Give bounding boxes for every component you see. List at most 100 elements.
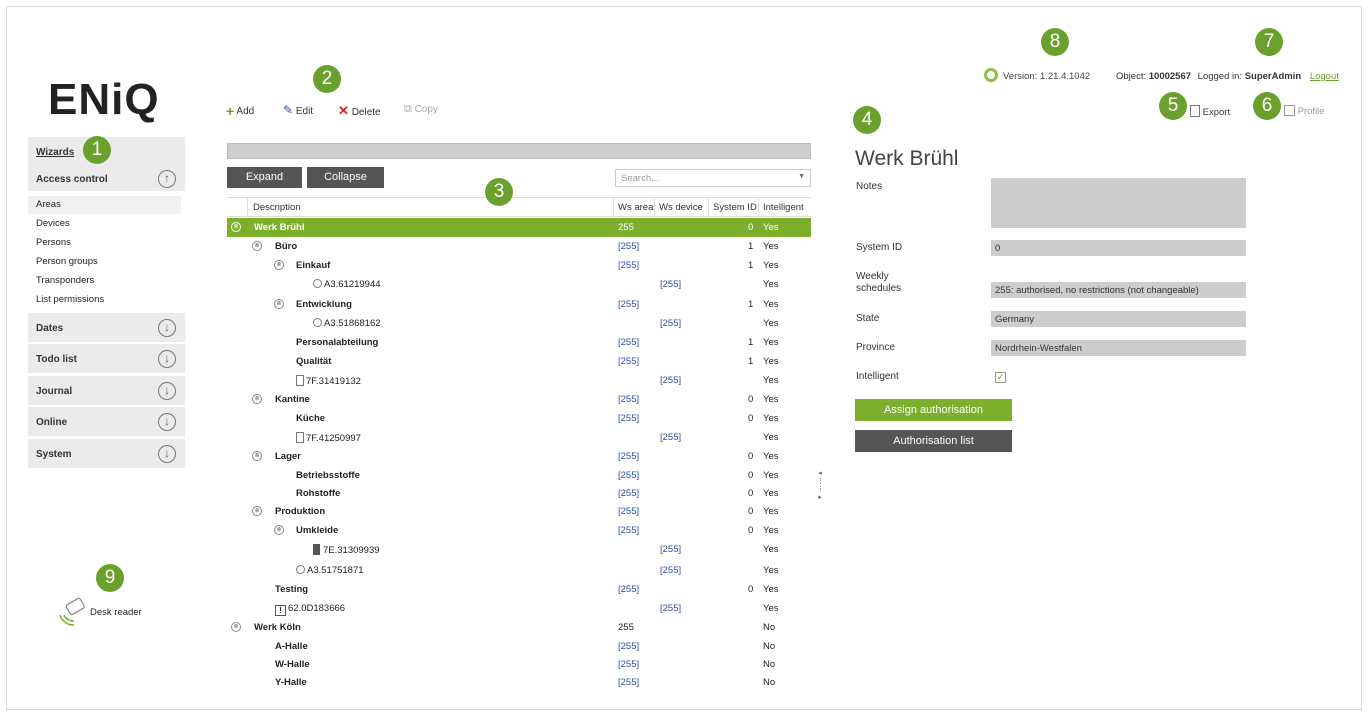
expand-down-icon[interactable]: ↓ bbox=[158, 382, 176, 400]
edit-button[interactable]: ✎ Edit bbox=[283, 103, 313, 117]
sidebar-item-list-permissions[interactable]: List permissions bbox=[28, 291, 181, 309]
col-description[interactable]: Description bbox=[253, 202, 301, 213]
row-ws-device[interactable]: [255] bbox=[660, 544, 681, 555]
table-row[interactable]: Küche [255] 0 Yes bbox=[227, 409, 811, 428]
sidebar-item-person-groups[interactable]: Person groups bbox=[28, 253, 181, 271]
table-row[interactable]: 7E.31309939 [255] Yes bbox=[227, 540, 811, 559]
row-ws-area[interactable]: [255] bbox=[618, 451, 639, 462]
toggle-collapse-icon[interactable]: ⊗ bbox=[231, 222, 241, 232]
row-ws-area[interactable]: [255] bbox=[618, 659, 639, 670]
toggle-collapse-icon[interactable]: ⊗ bbox=[252, 241, 262, 251]
table-row[interactable]: A3.51751871 [255] Yes bbox=[227, 561, 811, 580]
row-ws-area[interactable]: [255] bbox=[618, 506, 639, 517]
row-ws-area[interactable]: [255] bbox=[618, 584, 639, 595]
collapse-up-icon[interactable]: ↑ bbox=[158, 170, 176, 188]
assign-authorisation-button[interactable]: Assign authorisation bbox=[855, 399, 1012, 421]
row-ws-area[interactable]: [255] bbox=[618, 525, 639, 536]
row-ws-area[interactable]: [255] bbox=[618, 260, 639, 271]
row-ws-area[interactable]: [255] bbox=[618, 470, 639, 481]
logout-link[interactable]: Logout bbox=[1310, 71, 1339, 82]
row-ws-area[interactable]: [255] bbox=[618, 241, 639, 252]
table-row[interactable]: Qualität [255] 1 Yes bbox=[227, 352, 811, 371]
wizards-label[interactable]: Wizards bbox=[36, 147, 74, 158]
table-row[interactable]: ⊗ Entwicklung [255] 1 Yes bbox=[227, 295, 811, 314]
table-row[interactable]: ⊗ Umkleide [255] 0 Yes bbox=[227, 521, 811, 540]
table-row[interactable]: 7F.31419132 [255] Yes bbox=[227, 371, 811, 390]
row-ws-area[interactable]: [255] bbox=[618, 356, 639, 367]
expand-down-icon[interactable]: ↓ bbox=[158, 319, 176, 337]
row-ws-device[interactable]: [255] bbox=[660, 318, 681, 329]
col-ws-area[interactable]: Ws area bbox=[618, 202, 653, 213]
table-row[interactable]: A-Halle [255] No bbox=[227, 637, 811, 656]
dropdown-arrow-icon[interactable]: ▼ bbox=[798, 173, 805, 180]
splitter-handle[interactable]: ◂ ⋮ ⋮ ▸ bbox=[817, 470, 824, 502]
table-row[interactable]: ! 62.0D183666 [255] Yes bbox=[227, 599, 811, 618]
toggle-collapse-icon[interactable]: ⊗ bbox=[252, 394, 262, 404]
table-row[interactable]: A3.51868162 [255] Yes bbox=[227, 314, 811, 333]
table-row[interactable]: Y-Halle [255] No bbox=[227, 673, 811, 692]
intelligent-checkbox[interactable]: ✓ bbox=[995, 372, 1006, 383]
add-button[interactable]: + Add bbox=[226, 103, 254, 119]
toggle-collapse-icon[interactable]: ⊗ bbox=[231, 622, 241, 632]
sidebar-section-system[interactable]: System ↓ bbox=[28, 439, 185, 470]
sidebar-item-devices[interactable]: Devices bbox=[28, 215, 181, 233]
col-system-id[interactable]: System ID bbox=[713, 202, 757, 213]
row-ws-area[interactable]: [255] bbox=[618, 413, 639, 424]
sidebar-section-online[interactable]: Online ↓ bbox=[28, 407, 185, 438]
row-ws-area[interactable]: [255] bbox=[618, 394, 639, 405]
table-row[interactable]: Testing [255] 0 Yes bbox=[227, 580, 811, 599]
authorisation-list-button[interactable]: Authorisation list bbox=[855, 430, 1012, 452]
expand-down-icon[interactable]: ↓ bbox=[158, 413, 176, 431]
table-row[interactable]: ⊗ Produktion [255] 0 Yes bbox=[227, 502, 811, 521]
table-row[interactable]: W-Halle [255] No bbox=[227, 655, 811, 674]
sidebar-item-persons[interactable]: Persons bbox=[28, 234, 181, 252]
sidebar-section-dates[interactable]: Dates ↓ bbox=[28, 313, 185, 344]
table-row[interactable]: ⊗ Werk Brühl 255 0 Yes bbox=[227, 218, 811, 237]
table-row[interactable]: Betriebsstoffe [255] 0 Yes bbox=[227, 466, 811, 485]
expand-button[interactable]: Expand bbox=[227, 167, 302, 188]
table-row[interactable]: A3.61219944 [255] Yes bbox=[227, 275, 811, 294]
copy-button[interactable]: ⧉ Copy bbox=[404, 103, 438, 116]
expand-down-icon[interactable]: ↓ bbox=[158, 350, 176, 368]
province-field[interactable]: Nordrhein-Westfalen bbox=[991, 340, 1246, 356]
toggle-collapse-icon[interactable]: ⊗ bbox=[252, 506, 262, 516]
notes-field[interactable] bbox=[991, 178, 1246, 228]
row-ws-device[interactable]: [255] bbox=[660, 432, 681, 443]
table-row[interactable]: ⊗ Werk Köln 255 No bbox=[227, 618, 811, 637]
search-input[interactable]: Search... ▼ bbox=[615, 169, 811, 187]
table-row[interactable]: ⊗ Büro [255] 1 Yes bbox=[227, 237, 811, 256]
toggle-collapse-icon[interactable]: ⊗ bbox=[274, 260, 284, 270]
row-ws-device[interactable]: [255] bbox=[660, 375, 681, 386]
sidebar-item-transponders[interactable]: Transponders bbox=[28, 272, 181, 290]
table-row[interactable]: 7F.41250997 [255] Yes bbox=[227, 428, 811, 447]
row-ws-area[interactable]: [255] bbox=[618, 299, 639, 310]
system-id-field[interactable]: 0 bbox=[991, 240, 1246, 256]
table-row[interactable]: ⊗ Lager [255] 0 Yes bbox=[227, 447, 811, 466]
col-intelligent[interactable]: Intelligent bbox=[763, 202, 804, 213]
row-ws-device[interactable]: [255] bbox=[660, 279, 681, 290]
row-ws-area[interactable]: [255] bbox=[618, 488, 639, 499]
state-field[interactable]: Germany bbox=[991, 311, 1246, 327]
weekly-schedules-field[interactable]: 255: authorised, no restrictions (not ch… bbox=[991, 282, 1246, 298]
sidebar-section-todo-list[interactable]: Todo list ↓ bbox=[28, 344, 185, 375]
table-row[interactable]: Personalabteilung [255] 1 Yes bbox=[227, 333, 811, 352]
toggle-collapse-icon[interactable]: ⊗ bbox=[274, 299, 284, 309]
export-button[interactable]: Export bbox=[1190, 105, 1230, 118]
row-ws-device[interactable]: [255] bbox=[660, 603, 681, 614]
desk-reader[interactable]: Desk reader bbox=[57, 597, 142, 630]
table-row[interactable]: Rohstoffe [255] 0 Yes bbox=[227, 484, 811, 503]
row-ws-device[interactable]: [255] bbox=[660, 565, 681, 576]
sidebar-item-areas[interactable]: Areas bbox=[28, 196, 181, 214]
sidebar-section-access-control[interactable]: Access control ↑ bbox=[28, 164, 185, 193]
toggle-collapse-icon[interactable]: ⊗ bbox=[252, 451, 262, 461]
row-ws-area[interactable]: [255] bbox=[618, 641, 639, 652]
table-row[interactable]: ⊗ Einkauf [255] 1 Yes bbox=[227, 256, 811, 275]
profile-button[interactable]: Profile bbox=[1284, 105, 1325, 117]
delete-button[interactable]: ✕ Delete bbox=[338, 103, 381, 119]
col-ws-device[interactable]: Ws device bbox=[659, 202, 703, 213]
table-row[interactable]: ⊗ Kantine [255] 0 Yes bbox=[227, 390, 811, 409]
row-ws-area[interactable]: [255] bbox=[618, 677, 639, 688]
collapse-button[interactable]: Collapse bbox=[307, 167, 384, 188]
toggle-collapse-icon[interactable]: ⊗ bbox=[274, 525, 284, 535]
expand-down-icon[interactable]: ↓ bbox=[158, 445, 176, 463]
